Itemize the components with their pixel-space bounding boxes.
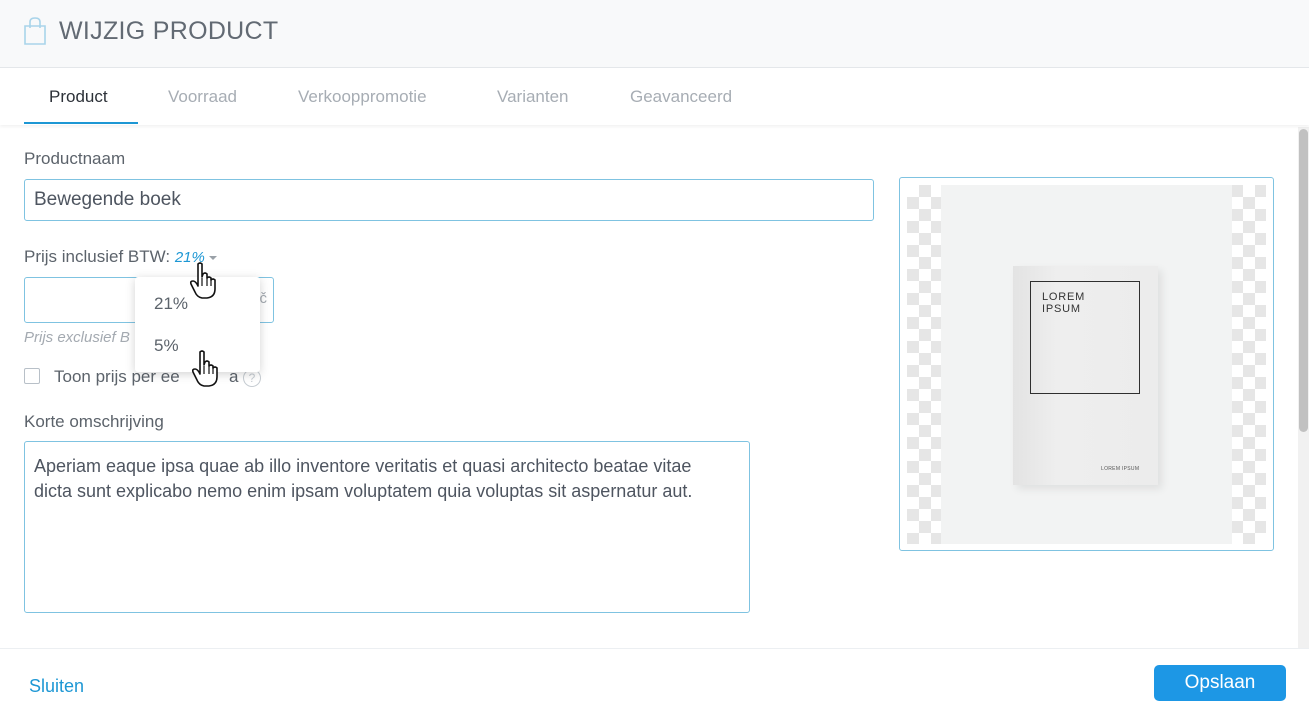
currency-symbol: č [259, 290, 268, 307]
tab-bar: Product Voorraad Verkooppromotie Variant… [0, 68, 1309, 125]
caret-down-icon [208, 256, 217, 261]
product-image: LOREM IPSUM LOREM IPSUM [941, 185, 1232, 544]
price-label: Prijs inclusief BTW: 21% [24, 247, 217, 267]
tab-voorraad[interactable]: Voorraad [168, 68, 237, 125]
tab-product[interactable]: Product [49, 68, 108, 125]
content-scrollbar[interactable] [1298, 127, 1309, 648]
product-name-input[interactable]: Bewegende boek [24, 179, 874, 221]
close-button[interactable]: Sluiten [29, 676, 84, 697]
hand-cursor-icon [191, 350, 218, 387]
book-cover-frame: LOREM IPSUM [1030, 281, 1140, 394]
book-footer-text: LOREM IPSUM [1101, 466, 1140, 472]
tab-verkooppromotie[interactable]: Verkooppromotie [298, 68, 427, 125]
price-label-text: Prijs inclusief BTW: [24, 247, 171, 266]
product-name-label: Productnaam [24, 149, 126, 168]
product-name-value: Bewegende boek [34, 189, 181, 210]
show-unit-price-checkbox[interactable] [24, 368, 40, 384]
vat-option-21[interactable]: 21% [154, 294, 188, 314]
product-image-frame[interactable]: LOREM IPSUM LOREM IPSUM [899, 177, 1274, 551]
hand-cursor-icon [189, 262, 216, 299]
modal-footer: Sluiten Opslaan [0, 648, 1309, 719]
tab-geavanceerd[interactable]: Geavanceerd [630, 68, 732, 125]
tab-varianten[interactable]: Varianten [497, 68, 569, 125]
vat-option-5[interactable]: 5% [154, 336, 179, 356]
short-description-textarea[interactable]: Aperiam eaque ipsa quae ab illo inventor… [24, 441, 750, 613]
book-cover: LOREM IPSUM LOREM IPSUM [1013, 266, 1158, 485]
scrollbar-thumb[interactable] [1299, 129, 1308, 432]
save-button[interactable]: Opslaan [1154, 665, 1286, 701]
short-description-label: Korte omschrijving [24, 412, 164, 431]
book-title: LOREM IPSUM [1042, 291, 1086, 315]
short-description-value: Aperiam eaque ipsa quae ab illo inventor… [34, 456, 693, 501]
modal-header: WIJZIG PRODUCT [0, 0, 1309, 68]
shopping-bag-icon [24, 17, 46, 45]
price-excl-vat-hint: Prijs exclusief B [24, 329, 130, 346]
active-tab-indicator [24, 122, 138, 124]
page-title: WIJZIG PRODUCT [59, 17, 279, 45]
